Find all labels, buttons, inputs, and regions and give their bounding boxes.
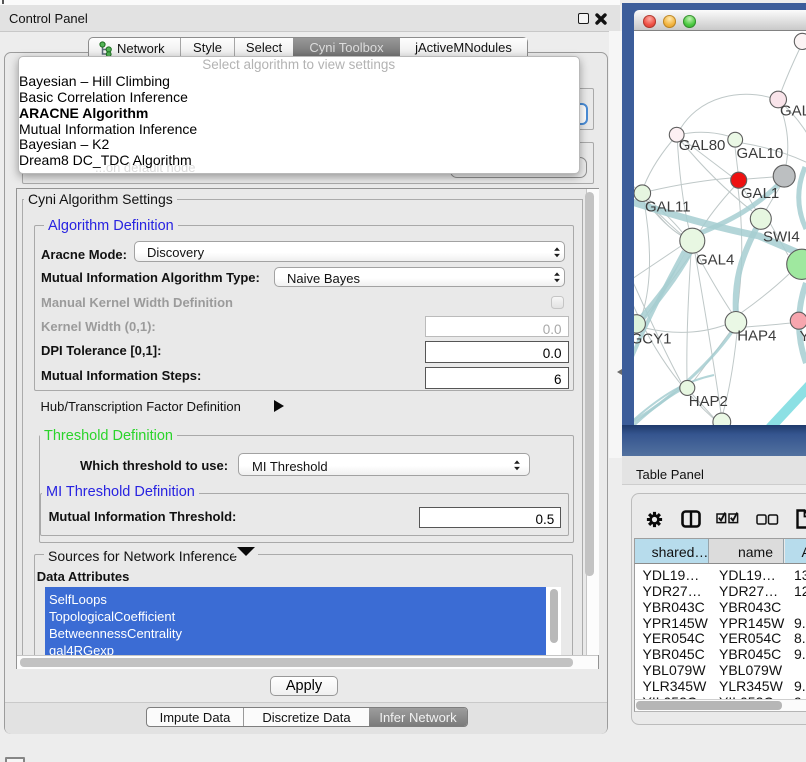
- svg-text:SWI4: SWI4: [763, 229, 800, 246]
- svg-text:GAL1: GAL1: [741, 185, 779, 202]
- svg-text:HAP4: HAP4: [737, 327, 776, 344]
- svg-text:GAL2: GAL2: [780, 102, 806, 119]
- svg-text:GAL11: GAL11: [645, 198, 691, 215]
- svg-text:Y: Y: [800, 328, 806, 345]
- svg-text:GAL80: GAL80: [679, 137, 726, 154]
- svg-text:GCY1: GCY1: [634, 330, 671, 347]
- svg-text:GAL4: GAL4: [696, 252, 734, 269]
- svg-text:GAL10: GAL10: [737, 145, 784, 162]
- svg-text:HAP2: HAP2: [689, 393, 728, 410]
